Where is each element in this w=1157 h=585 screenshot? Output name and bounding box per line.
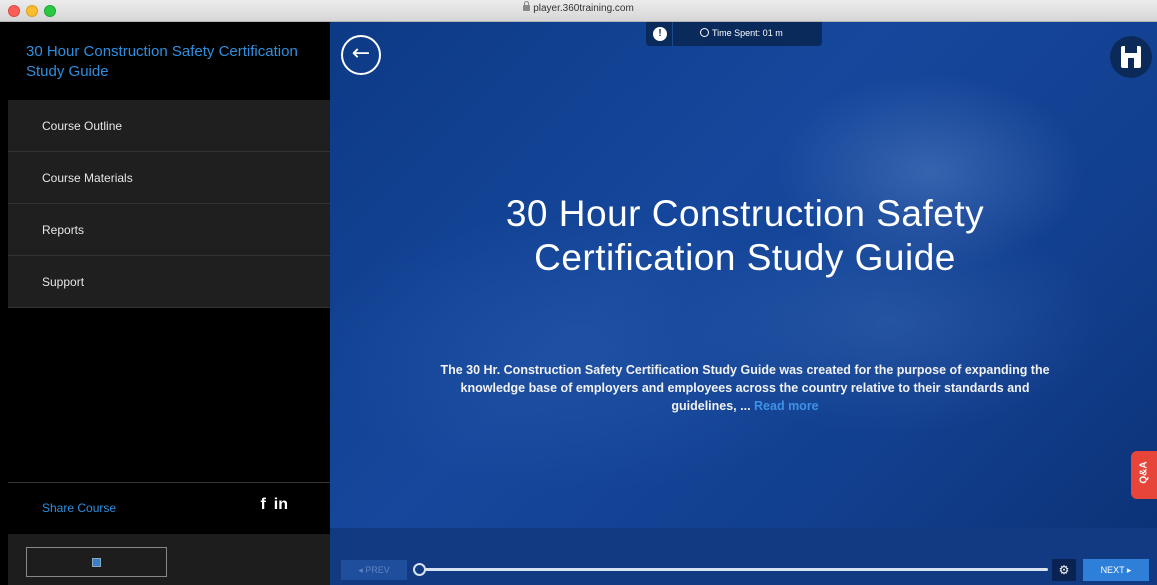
qa-label: Q&A xyxy=(1138,461,1150,484)
lock-icon xyxy=(523,1,531,11)
sidebar-item-course-outline[interactable]: Course Outline xyxy=(8,100,330,152)
widget-icon xyxy=(92,558,101,567)
time-spent-text: Time Spent: 01 m xyxy=(712,28,783,38)
share-icons: f in xyxy=(252,496,288,514)
footer-widget[interactable] xyxy=(26,547,167,577)
sidebar-course-title: 30 Hour Construction Safety Certificatio… xyxy=(26,43,298,80)
course-description: The 30 Hr. Construction Safety Certifica… xyxy=(440,361,1050,415)
sidebar-nav: Course Outline Course Materials Reports … xyxy=(8,100,330,308)
share-course-link[interactable]: Share Course xyxy=(42,501,116,515)
arrow-left-icon: ← xyxy=(351,41,371,66)
course-stage: ← ! Time Spent: 01 m 30 Hour Constructio… xyxy=(330,22,1157,585)
timer-panel: ! Time Spent: 01 m xyxy=(646,22,822,46)
progress-handle[interactable] xyxy=(413,563,426,576)
sidebar-item-support[interactable]: Support xyxy=(8,256,330,308)
settings-button[interactable]: ⚙ xyxy=(1052,559,1076,581)
next-button[interactable]: NEXT ▸ xyxy=(1083,559,1149,581)
floppy-disk-icon xyxy=(1121,46,1141,68)
save-button[interactable] xyxy=(1110,36,1152,78)
timer-divider xyxy=(672,22,673,46)
back-button[interactable]: ← xyxy=(341,35,381,75)
clock-icon xyxy=(700,28,709,37)
sidebar-item-reports[interactable]: Reports xyxy=(8,204,330,256)
browser-titlebar: player.360training.com xyxy=(0,0,1157,22)
qa-tab[interactable]: Q&A xyxy=(1131,451,1157,499)
course-description-text: The 30 Hr. Construction Safety Certifica… xyxy=(440,363,1050,413)
progress-track[interactable] xyxy=(413,563,1048,576)
player-controls: ◂ PREV ⚙ NEXT ▸ xyxy=(330,528,1157,585)
gear-icon: ⚙ xyxy=(1058,563,1070,577)
read-more-link[interactable]: Read more xyxy=(754,399,819,413)
url-text: player.360training.com xyxy=(533,3,634,14)
sidebar: 30 Hour Construction Safety Certificatio… xyxy=(0,22,330,585)
linkedin-icon[interactable]: in xyxy=(274,496,288,513)
course-title: 30 Hour Construction Safety Certificatio… xyxy=(505,193,985,278)
sidebar-item-course-materials[interactable]: Course Materials xyxy=(8,152,330,204)
facebook-icon[interactable]: f xyxy=(260,496,265,513)
prev-button[interactable]: ◂ PREV xyxy=(341,560,407,580)
sidebar-footer xyxy=(8,534,330,585)
time-spent: Time Spent: 01 m xyxy=(700,27,783,38)
share-course-row: Share Course f in xyxy=(8,482,330,534)
address-bar[interactable]: player.360training.com xyxy=(0,1,1157,14)
info-icon[interactable]: ! xyxy=(653,27,667,41)
